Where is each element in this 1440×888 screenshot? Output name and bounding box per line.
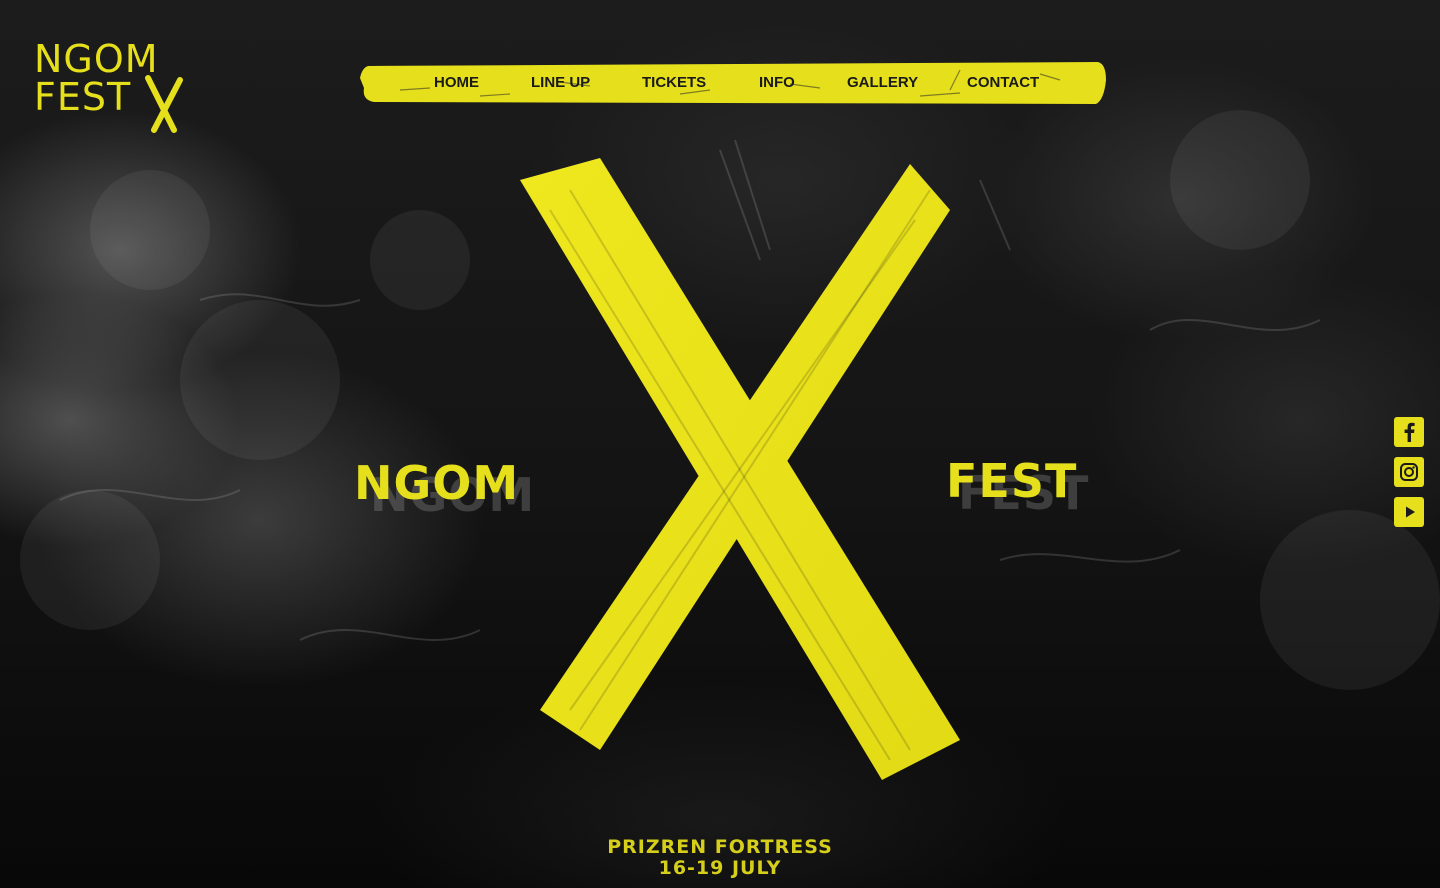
event-venue: PRIZREN FORTRESS: [607, 836, 833, 858]
nav-item-line-up[interactable]: LINE UP: [531, 74, 590, 91]
nav-item-gallery[interactable]: GALLERY: [847, 74, 918, 91]
nav-item-tickets[interactable]: TICKETS: [642, 74, 706, 91]
logo-text-line1: NGOM: [34, 37, 159, 81]
instagram-link[interactable]: [1394, 457, 1424, 487]
nav-item-home[interactable]: HOME: [434, 74, 479, 91]
hero-right-word: FEST: [946, 454, 1078, 508]
event-dates: 16-19 JULY: [658, 857, 782, 879]
hero-left-word: NGOM: [354, 456, 520, 510]
nav-item-info[interactable]: INFO: [759, 74, 795, 91]
logo-x-mark: [145, 75, 183, 133]
youtube-link[interactable]: [1394, 497, 1424, 527]
nav-item-contact[interactable]: CONTACT: [967, 74, 1039, 91]
site-logo[interactable]: NGOM FEST: [34, 40, 184, 135]
youtube-icon: [1406, 506, 1415, 518]
facebook-link[interactable]: [1394, 417, 1424, 447]
hero-x-mark: [520, 158, 960, 780]
social-links: [1394, 417, 1424, 537]
landing-page: NGOM FEST HOME LINE UP TICKETS INFO GALL…: [0, 0, 1440, 888]
instagram-icon: [1400, 463, 1418, 481]
main-navigation: HOME LINE UP TICKETS INFO GALLERY CONTAC…: [360, 60, 1106, 106]
nav-items: HOME LINE UP TICKETS INFO GALLERY CONTAC…: [360, 60, 1106, 106]
facebook-icon: [1404, 422, 1415, 442]
logo-text-line2: FEST: [34, 75, 132, 119]
